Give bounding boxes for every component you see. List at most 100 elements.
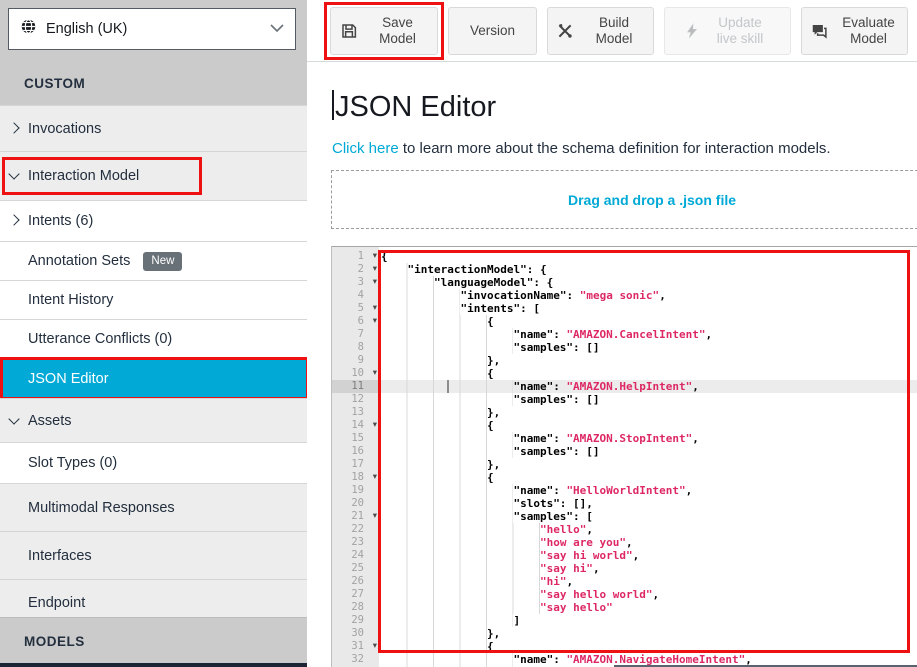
code-line[interactable]: {: [379, 471, 917, 484]
code-line[interactable]: "samples": []: [379, 341, 917, 354]
json-token: },: [487, 406, 500, 419]
code-line[interactable]: "name": "AMAZON.HelpIntent",: [379, 380, 917, 393]
indent-guides: [381, 575, 540, 588]
code-line[interactable]: },: [379, 406, 917, 419]
language-selector[interactable]: English (UK): [8, 8, 296, 50]
code-line[interactable]: "name": "AMAZON.CancelIntent",: [379, 328, 917, 341]
fold-toggle-icon[interactable]: ▾: [373, 640, 377, 653]
fold-toggle-icon[interactable]: ▾: [373, 367, 377, 380]
fold-toggle-icon[interactable]: ▾: [373, 315, 377, 328]
code-line[interactable]: "hello",: [379, 523, 917, 536]
fold-toggle-icon[interactable]: ▾: [373, 276, 377, 289]
code-line[interactable]: "interactionModel": {: [379, 263, 917, 276]
code-line[interactable]: "hi",: [379, 575, 917, 588]
json-token: {: [487, 471, 494, 484]
json-token: []: [580, 341, 600, 354]
build-model-button[interactable]: Build Model: [547, 7, 654, 55]
version-button[interactable]: Version: [448, 7, 537, 55]
sidebar-item-intents-6[interactable]: Intents (6): [0, 200, 307, 241]
code-line[interactable]: },: [379, 354, 917, 367]
sidebar-item-label: JSON Editor: [28, 371, 109, 387]
indent-guides: [381, 562, 540, 575]
code-line[interactable]: "samples": []: [379, 393, 917, 406]
code-line[interactable]: ]: [379, 614, 917, 627]
fold-toggle-icon[interactable]: ▾: [373, 302, 377, 315]
line-number: 21▾: [332, 510, 379, 523]
language-area: English (UK) CUSTOM: [0, 0, 307, 105]
json-token: {: [540, 276, 553, 289]
indent-guides: [381, 406, 487, 419]
bolt-icon: [684, 22, 700, 40]
code-line[interactable]: "say hello world",: [379, 588, 917, 601]
sidebar-item-intent-history[interactable]: Intent History: [0, 280, 307, 319]
indent-guides: [381, 289, 460, 302]
sidebar-item-json-editor[interactable]: JSON Editor: [0, 358, 307, 398]
fold-toggle-icon[interactable]: ▾: [373, 250, 377, 263]
line-number: 9: [332, 354, 379, 367]
evaluate-model-button[interactable]: Evaluate Model: [801, 7, 908, 55]
fold-toggle-icon[interactable]: ▾: [373, 419, 377, 432]
code-line[interactable]: "say hello": [379, 601, 917, 614]
code-line[interactable]: "say hi world",: [379, 549, 917, 562]
build-icon: [556, 22, 574, 40]
line-number: 3▾: [332, 276, 379, 289]
chevron-down-icon: [8, 413, 19, 424]
code-line[interactable]: "samples": []: [379, 445, 917, 458]
code-line[interactable]: "slots": [],: [379, 497, 917, 510]
save-model-button[interactable]: Save Model: [330, 7, 438, 55]
globe-icon: [20, 18, 37, 40]
json-token: "name":: [513, 432, 559, 445]
sidebar-item-utterance-conflicts-0[interactable]: Utterance Conflicts (0): [0, 319, 307, 358]
code-line[interactable]: "samples": [: [379, 510, 917, 523]
indent-guides: [381, 510, 513, 523]
code-line[interactable]: "intents": [: [379, 302, 917, 315]
code-line[interactable]: {: [379, 640, 917, 653]
indent-guides: [381, 432, 513, 445]
line-number: 11: [332, 380, 379, 393]
models-section-header: MODELS: [0, 617, 307, 667]
json-token: {: [381, 250, 388, 263]
fold-toggle-icon[interactable]: ▾: [373, 263, 377, 276]
sidebar: English (UK) CUSTOM InvocationsInteracti…: [0, 0, 307, 667]
code-line[interactable]: "name": "HelloWorldIntent",: [379, 484, 917, 497]
sidebar-item-invocations[interactable]: Invocations: [0, 105, 307, 151]
sidebar-item-multimodal-responses[interactable]: Multimodal Responses: [0, 483, 307, 531]
line-number: 13: [332, 406, 379, 419]
json-token: "samples":: [513, 341, 579, 354]
sidebar-item-assets[interactable]: Assets: [0, 398, 307, 442]
code-line[interactable]: "say hi",: [379, 562, 917, 575]
json-token: "samples":: [513, 445, 579, 458]
click-here-link[interactable]: Click here: [332, 140, 399, 157]
sidebar-item-interaction-model[interactable]: Interaction Model: [0, 151, 307, 200]
line-number: 10▾: [332, 367, 379, 380]
code-line[interactable]: {: [379, 367, 917, 380]
json-token: },: [487, 458, 500, 471]
sidebar-item-annotation-sets[interactable]: Annotation SetsNew: [0, 241, 307, 280]
code-line[interactable]: "invocationName": "mega sonic",: [379, 289, 917, 302]
editor-code-area[interactable]: { "interactionModel": { "languageModel":…: [379, 247, 917, 667]
code-line[interactable]: "how are you",: [379, 536, 917, 549]
sidebar-item-slot-types-0[interactable]: Slot Types (0): [0, 442, 307, 483]
json-token: },: [487, 627, 500, 640]
sidebar-item-interfaces[interactable]: Interfaces: [0, 531, 307, 579]
fold-toggle-icon[interactable]: ▾: [373, 510, 377, 523]
line-number: 12: [332, 393, 379, 406]
line-number: 18▾: [332, 471, 379, 484]
code-line[interactable]: {: [379, 315, 917, 328]
code-line[interactable]: },: [379, 627, 917, 640]
custom-section-header: CUSTOM: [24, 76, 85, 91]
code-line[interactable]: "name": "AMAZON.StopIntent",: [379, 432, 917, 445]
code-line[interactable]: {: [379, 250, 917, 263]
json-token: "name":: [513, 653, 559, 666]
indent-guides: [381, 354, 487, 367]
line-number: 28: [332, 601, 379, 614]
new-badge: New: [143, 252, 182, 271]
main-content: Save ModelVersionBuild ModelUpdate live …: [307, 0, 917, 667]
json-dropzone[interactable]: Drag and drop a .json file: [331, 170, 917, 229]
json-token: "intents":: [460, 302, 526, 315]
code-line[interactable]: {: [379, 419, 917, 432]
fold-toggle-icon[interactable]: ▾: [373, 471, 377, 484]
code-line[interactable]: },: [379, 458, 917, 471]
json-code-editor[interactable]: 1▾2▾3▾45▾6▾78910▾11121314▾15161718▾19202…: [331, 246, 917, 667]
code-line[interactable]: "languageModel": {: [379, 276, 917, 289]
